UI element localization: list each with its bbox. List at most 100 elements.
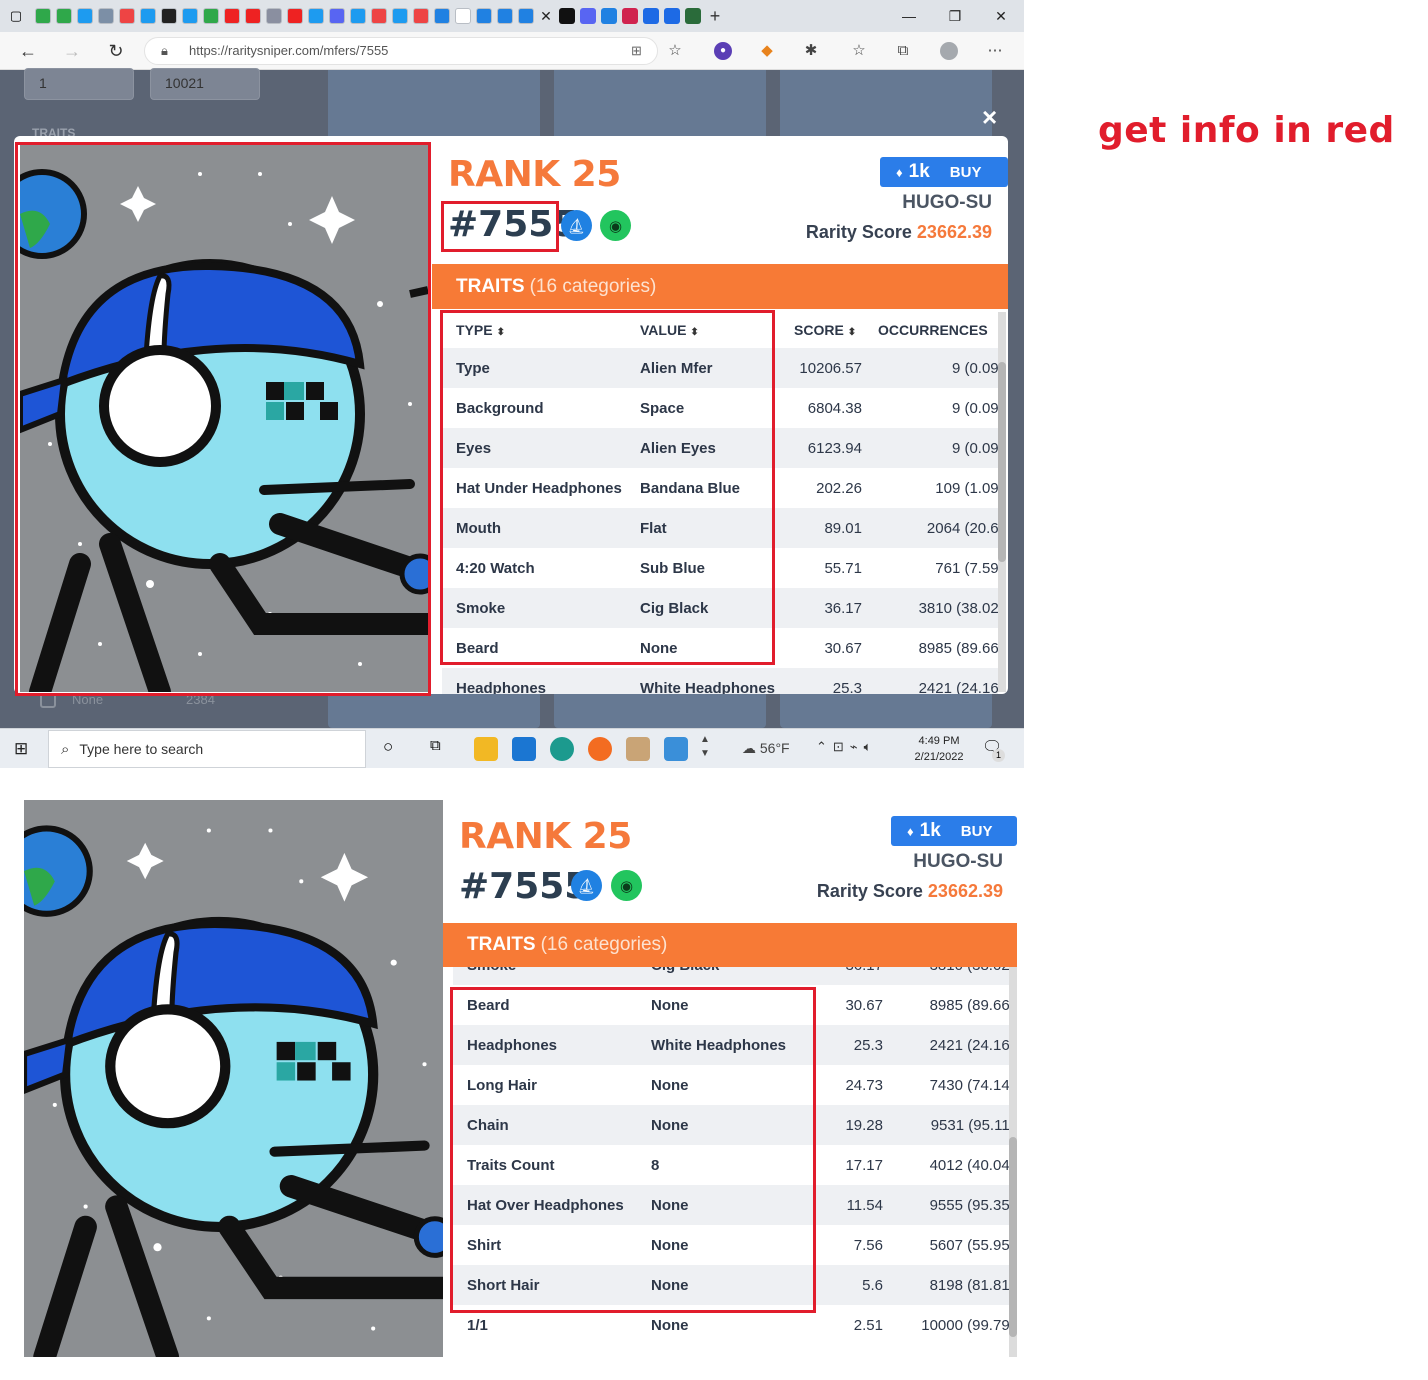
traits-scrollbar[interactable] (1009, 967, 1017, 1357)
trait-occurrences: 761 (7.59% (935, 559, 998, 577)
owner-name[interactable]: HUGO-SU (811, 851, 1003, 873)
pinned-tab-favicon[interactable] (412, 8, 429, 24)
rarity-score: Rarity Score 23662.39 (771, 881, 1003, 902)
task-view-icon[interactable]: ⧉ (430, 737, 441, 754)
pinned-tab-favicon[interactable] (34, 8, 51, 24)
collections-icon[interactable]: ⧉ (894, 42, 912, 60)
pinned-tab-favicon[interactable] (517, 8, 534, 24)
file-explorer-icon[interactable] (474, 737, 498, 761)
pinned-tab-favicon[interactable] (97, 8, 114, 24)
pinned-tab-favicon[interactable] (202, 8, 219, 24)
new-tab-button[interactable]: + (703, 6, 727, 27)
trait-score: 55.71 (824, 559, 862, 577)
scrollbar-thumb[interactable] (1009, 1137, 1017, 1337)
pinned-tab-favicon[interactable] (118, 8, 135, 24)
trait-occurrences: 3810 (38.02% (918, 599, 998, 617)
pinned-tab-favicon[interactable] (663, 8, 680, 24)
pinned-tab-favicon[interactable] (579, 8, 596, 24)
pinned-tab-favicon[interactable] (600, 8, 617, 24)
pinned-tab-favicon[interactable] (76, 8, 93, 24)
mail-icon[interactable] (512, 737, 536, 761)
eth-icon: ♦ (896, 164, 903, 180)
pinned-tab-favicon[interactable] (558, 8, 575, 24)
more-icon[interactable]: ⋯ (986, 42, 1004, 60)
eye-icon[interactable]: ◉ (600, 210, 631, 241)
col-score[interactable]: SCORE ⬍ (794, 322, 856, 338)
opensea-icon[interactable]: ⛵︎ (571, 870, 602, 901)
edge-icon[interactable] (550, 737, 574, 761)
pinned-tab-favicon[interactable] (370, 8, 387, 24)
trait-type: Headphones (456, 679, 547, 695)
owner-name[interactable]: HUGO-SU (800, 192, 992, 214)
firefox-icon[interactable] (588, 737, 612, 761)
url-field[interactable]: 🔒︎ https://raritysniper.com/mfers/7555 ⊞ (144, 37, 658, 65)
pinned-tab-favicon[interactable] (55, 8, 72, 24)
opensea-icon[interactable]: ⛵︎ (561, 210, 592, 241)
pinned-tab-favicon[interactable] (286, 8, 303, 24)
pinned-tab-favicon[interactable] (223, 8, 240, 24)
col-occurrences[interactable]: OCCURRENCES (878, 322, 988, 338)
traits-header-bar: TRAITS (16 categories) (443, 923, 1017, 967)
weather-temp: 56°F (759, 740, 790, 756)
clock[interactable]: 4:49 PM 2/21/2022 (904, 733, 974, 765)
tab-actions-icon[interactable]: ▢ (0, 0, 32, 32)
pinned-tab-favicon[interactable] (349, 8, 366, 24)
traits-title: TRAITS (467, 934, 536, 955)
tab-close-icon[interactable]: ✕ (536, 8, 556, 25)
refresh-icon[interactable]: ↻ (106, 41, 126, 62)
favorites-icon[interactable]: ☆ (850, 42, 868, 60)
photos-icon[interactable] (664, 737, 688, 761)
pinned-tab-favicon[interactable] (160, 8, 177, 24)
trait-score: 10206.57 (799, 359, 862, 377)
pinned-tab-favicon[interactable] (475, 8, 492, 24)
pinned-tabs (32, 8, 536, 24)
forward-icon[interactable]: → (62, 41, 82, 62)
paint-icon[interactable] (626, 737, 650, 761)
buy-button[interactable]: ♦ 1k BUY (891, 816, 1017, 846)
pinned-tab-favicon[interactable] (496, 8, 513, 24)
pinned-tab-favicon[interactable] (642, 8, 659, 24)
metamask-icon[interactable]: ◆ (758, 42, 776, 60)
bg-nft-card (780, 70, 992, 140)
weather-widget[interactable]: ☁︎ 56°F (742, 740, 790, 757)
clock-date: 2/21/2022 (914, 751, 964, 763)
traits-scrollbar[interactable] (998, 312, 1006, 692)
pinned-tab-favicon[interactable] (265, 8, 282, 24)
close-window-button[interactable]: ✕ (978, 0, 1024, 32)
trait-occurrences: 5607 (55.95% (929, 1236, 1009, 1254)
pinned-tab-favicon[interactable] (139, 8, 156, 24)
pinned-tab-favicon[interactable] (621, 8, 638, 24)
pinned-tab-favicon[interactable] (433, 8, 450, 24)
alien-mfer-artwork (24, 800, 443, 1357)
trait-type: 1/1 (467, 1316, 488, 1334)
modal-close-button[interactable]: × (982, 102, 997, 133)
extensions-icon[interactable]: ✱ (802, 42, 820, 60)
back-icon[interactable]: ← (18, 41, 38, 62)
pinned-tab-favicon[interactable] (391, 8, 408, 24)
taskbar-overflow-icon[interactable]: ▲ ▼ (700, 733, 710, 761)
rank-from-input[interactable]: 1 (24, 68, 134, 100)
pinned-tab-favicon[interactable] (454, 8, 471, 24)
pinned-tab-favicon[interactable] (328, 8, 345, 24)
buy-button[interactable]: ♦ 1k BUY (880, 157, 1008, 187)
pinned-tab-favicon[interactable] (684, 8, 701, 24)
extension-icon[interactable]: ● (714, 42, 732, 60)
cortana-icon[interactable]: ○ (383, 737, 393, 757)
scrollbar-thumb[interactable] (998, 362, 1006, 562)
search-placeholder: Type here to search (79, 741, 204, 757)
profile-avatar[interactable] (940, 42, 958, 60)
eye-icon[interactable]: ◉ (611, 870, 642, 901)
rank-to-input[interactable]: 10021 (150, 68, 260, 100)
pinned-tab-favicon[interactable] (244, 8, 261, 24)
restore-button[interactable]: ❐ (932, 0, 978, 32)
minimize-button[interactable]: — (886, 0, 932, 32)
taskbar-search[interactable]: ⌕ Type here to search (48, 730, 366, 768)
trait-score: 6804.38 (807, 399, 862, 417)
pinned-tab-favicon[interactable] (181, 8, 198, 24)
rarity-score-label: Rarity Score (816, 881, 923, 901)
system-tray-icons[interactable]: ⌃⊡⌁🔈︎ (816, 739, 877, 755)
pinned-tab-favicon[interactable] (307, 8, 324, 24)
apps-icon[interactable]: ⊞ (631, 38, 642, 64)
windows-start-icon[interactable]: ⊞ (14, 739, 28, 759)
favorite-add-icon[interactable]: ☆ (666, 42, 684, 60)
